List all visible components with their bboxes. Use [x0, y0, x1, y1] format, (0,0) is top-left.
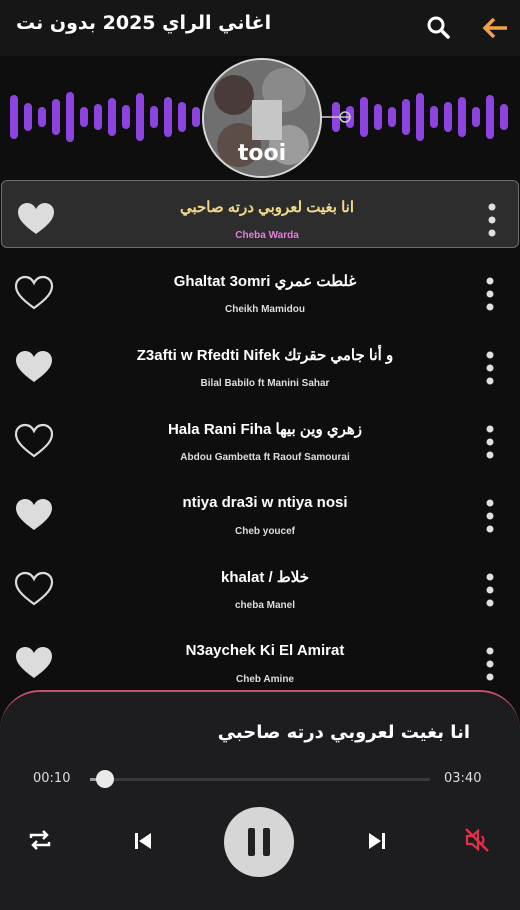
seek-bar[interactable] — [90, 770, 430, 788]
song-artist: cheba Manel — [234, 600, 296, 611]
heart-filled-icon[interactable] — [14, 645, 54, 681]
viz-bar — [164, 97, 172, 137]
viz-bar — [430, 106, 438, 128]
back-arrow-icon[interactable] — [482, 14, 510, 42]
svg-text:tooi: tooi — [238, 141, 286, 166]
viz-bar — [388, 107, 396, 127]
heart-filled-icon[interactable] — [14, 497, 54, 533]
viz-bar — [486, 95, 494, 139]
song-title: Z3afti w Rfedti Nifek و أنا جامي حقرتك — [136, 347, 394, 364]
player-panel: انا بغيت لعروبي درته صاحبي 00:10 03:40 — [0, 690, 520, 910]
song-artist: Bilal Babilo ft Manini Sahar — [200, 378, 330, 389]
song-artist: Cheb youcef — [234, 526, 295, 537]
viz-bar — [66, 92, 74, 142]
viz-bar — [108, 98, 116, 136]
viz-bar — [10, 95, 18, 139]
more-options-icon[interactable] — [478, 496, 502, 536]
song-row[interactable]: انا بغيت لعروبي درته صاحبي Cheba Warda — [1, 180, 519, 248]
album-cover: tooi — [202, 58, 322, 178]
heart-outline-icon[interactable] — [14, 423, 54, 459]
viz-bar — [402, 99, 410, 135]
viz-bar — [416, 93, 424, 141]
more-options-icon[interactable] — [480, 200, 504, 240]
viz-bar — [52, 99, 60, 135]
app-title: اغاني الراي 2025 بدون نت — [16, 12, 272, 34]
song-row[interactable]: Ghaltat 3omri غلطت عمري Cheikh Mamidou — [0, 254, 520, 326]
song-artist: Cheikh Mamidou — [224, 304, 305, 315]
viz-bar — [150, 106, 158, 128]
viz-bar — [136, 93, 144, 141]
song-artist: Abdou Gambetta ft Raouf Samourai — [180, 452, 350, 463]
viz-bar — [360, 97, 368, 137]
heart-filled-icon[interactable] — [16, 201, 56, 237]
song-row[interactable]: ntiya dra3i w ntiya nosi Cheb youcef — [0, 476, 520, 548]
search-icon[interactable] — [425, 14, 453, 42]
song-title: Ghaltat 3omri غلطت عمري — [173, 273, 357, 290]
viz-bar — [458, 97, 466, 137]
more-options-icon[interactable] — [478, 422, 502, 462]
more-options-icon[interactable] — [478, 274, 502, 314]
now-playing-title: انا بغيت لعروبي درته صاحبي — [217, 722, 470, 743]
viz-bar — [38, 107, 46, 127]
more-options-icon[interactable] — [478, 348, 502, 388]
viz-bar — [122, 105, 130, 129]
viz-bar — [472, 107, 480, 127]
song-title: انا بغيت لعروبي درته صاحبي — [179, 199, 354, 216]
viz-bar — [374, 104, 382, 130]
heart-outline-icon[interactable] — [14, 571, 54, 607]
song-row[interactable]: N3aychek Ki El Amirat Cheb Amine — [0, 624, 520, 696]
song-title: Hala Rani Fiha زهري وين بيها — [167, 421, 363, 438]
song-row[interactable]: Z3afti w Rfedti Nifek و أنا جامي حقرتك Bi… — [0, 328, 520, 400]
next-icon[interactable] — [366, 830, 388, 852]
previous-icon[interactable] — [132, 830, 154, 852]
viz-bar — [94, 104, 102, 130]
song-artist: Cheba Warda — [235, 230, 299, 241]
song-title: ntiya dra3i w ntiya nosi — [182, 494, 348, 511]
heart-filled-icon[interactable] — [14, 349, 54, 385]
viz-bar — [500, 104, 508, 130]
repeat-icon[interactable] — [26, 826, 54, 854]
viz-bar — [444, 102, 452, 132]
more-options-icon[interactable] — [478, 644, 502, 684]
seek-thumb[interactable] — [96, 770, 115, 788]
song-row[interactable]: Hala Rani Fiha زهري وين بيها Abdou Gambet… — [0, 402, 520, 474]
total-time: 03:40 — [444, 771, 482, 786]
pause-button[interactable] — [224, 807, 294, 877]
more-options-icon[interactable] — [478, 570, 502, 610]
song-artist: Cheb Amine — [236, 674, 294, 685]
viz-bar — [178, 102, 186, 132]
viz-bar — [24, 103, 32, 131]
song-title: khalat / خلاط — [221, 569, 309, 586]
mute-icon[interactable] — [463, 826, 491, 854]
app-header: اغاني الراي 2025 بدون نت — [0, 0, 520, 56]
heart-outline-icon[interactable] — [14, 275, 54, 311]
viz-bar — [192, 107, 200, 127]
song-row[interactable]: khalat / خلاط cheba Manel — [0, 550, 520, 622]
song-title: N3aychek Ki El Amirat — [185, 642, 345, 659]
current-time: 00:10 — [33, 771, 71, 786]
viz-bar — [80, 107, 88, 127]
